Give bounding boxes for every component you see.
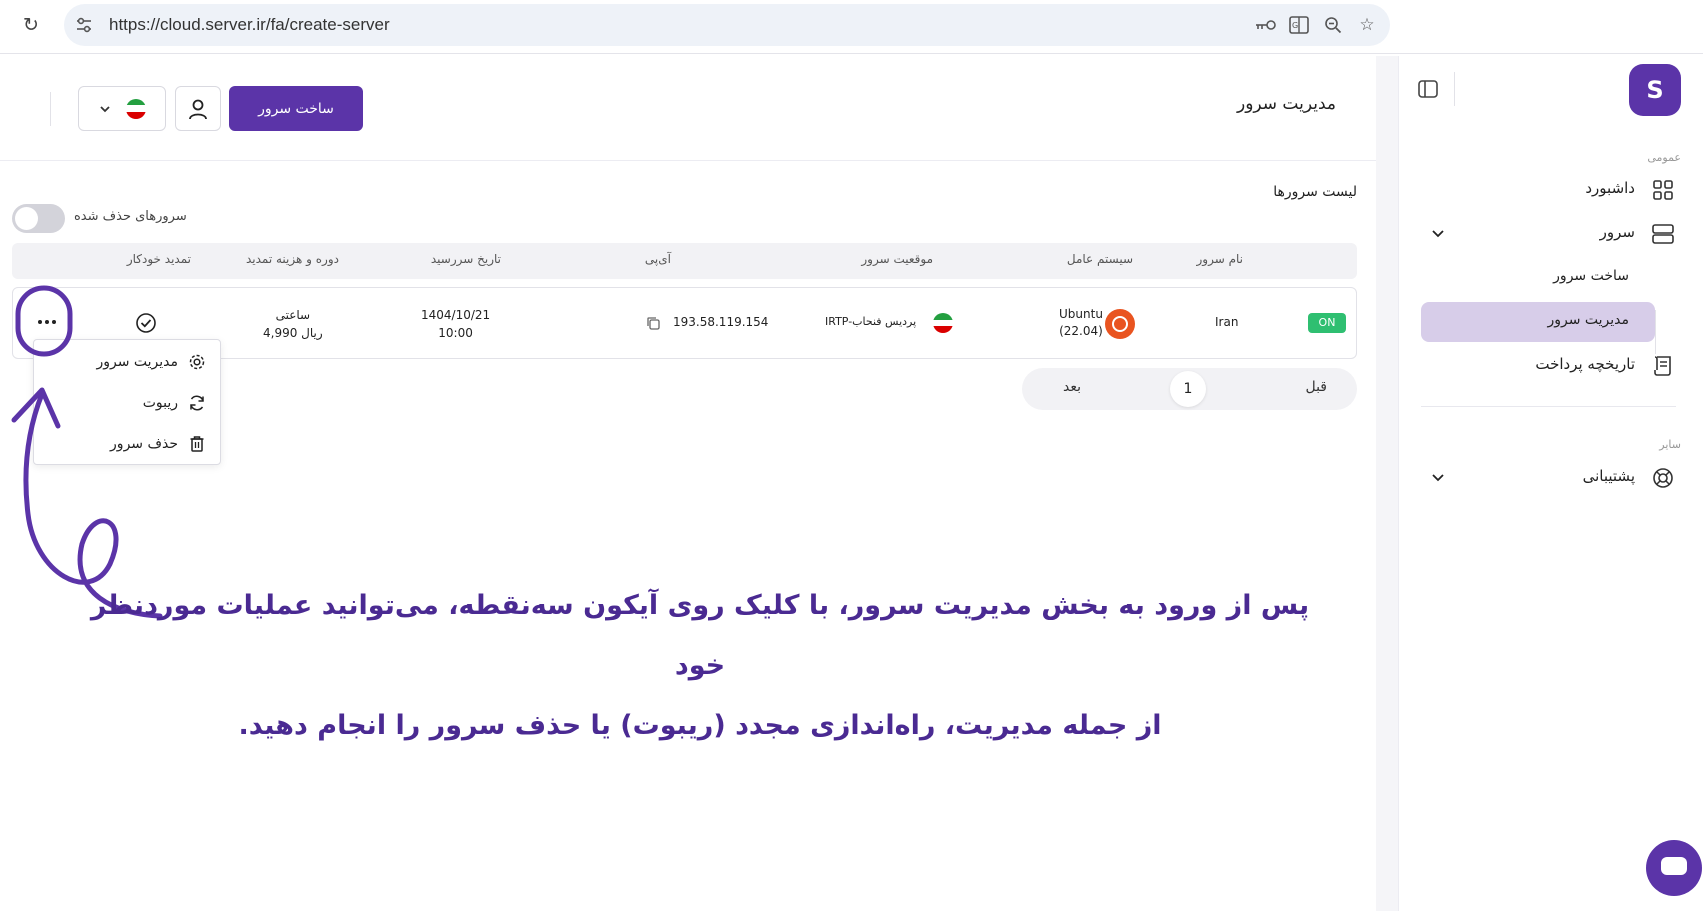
bookmark-star-icon[interactable]: ☆: [1356, 14, 1378, 36]
user-icon: [189, 99, 207, 119]
col-name: نام سرور: [1196, 252, 1243, 266]
chat-support-button[interactable]: [1646, 840, 1702, 896]
sidebar-item-label: سرور: [1599, 223, 1635, 241]
create-server-button[interactable]: ساخت سرور: [229, 86, 363, 131]
chevron-down-icon: [1432, 230, 1444, 238]
sidebar-item-label: تاریخچه پرداخت: [1535, 355, 1635, 373]
period-cell: ساعتی 4,990 ریال: [263, 306, 323, 342]
server-location: IRTP-پردیس فنحاب: [825, 315, 917, 328]
instruction-annotation: پس از ورود به بخش مدیریت سرور، با کلیک ر…: [80, 576, 1320, 756]
ubuntu-icon: [1105, 309, 1135, 339]
brand-logo[interactable]: S: [1629, 64, 1681, 116]
server-ip[interactable]: 193.58.119.154: [673, 315, 768, 329]
expiry-cell: 1404/10/21 10:00: [421, 306, 490, 342]
col-expiry: تاریخ سررسید: [430, 252, 501, 266]
sidebar-item-payment-history[interactable]: تاریخچه پرداخت: [1421, 346, 1683, 386]
translate-icon[interactable]: G: [1288, 14, 1310, 36]
sidebar-item-manage-server[interactable]: مدیریت سرور: [1421, 302, 1655, 342]
address-bar[interactable]: https://cloud.server.ir/fa/create-server…: [64, 4, 1390, 46]
copy-icon[interactable]: [646, 316, 660, 330]
refresh-icon: [190, 395, 204, 411]
user-menu-button[interactable]: [175, 86, 221, 131]
os-cell: Ubuntu (22.04): [1059, 306, 1103, 340]
sidebar-item-server[interactable]: سرور: [1421, 214, 1683, 254]
svg-text:G: G: [1292, 21, 1298, 30]
next-page-button[interactable]: بعد: [1063, 379, 1081, 395]
deleted-servers-label: سرورهای حذف شده: [74, 209, 187, 224]
header-divider: [50, 92, 51, 126]
expiry-time: 10:00: [438, 326, 473, 340]
lifebuoy-icon: [1653, 468, 1673, 488]
url-text[interactable]: https://cloud.server.ir/fa/create-server: [109, 15, 390, 35]
main-content: مدیریت سرور ساخت سرور لیست سرورها سرورها…: [0, 56, 1378, 911]
status-badge: ON: [1308, 313, 1346, 333]
location-flag-icon: [933, 313, 953, 333]
sidebar-item-create-server[interactable]: ساخت سرور: [1421, 258, 1655, 298]
annotation-line-1: پس از ورود به بخش مدیریت سرور، با کلیک ر…: [90, 590, 1310, 681]
zoom-out-icon[interactable]: [1322, 14, 1344, 36]
grid-icon: [1653, 180, 1673, 200]
sidebar-divider: [1421, 406, 1676, 407]
section-other: سایر: [1659, 438, 1681, 451]
pagination: قبل 1 بعد: [1022, 368, 1357, 410]
os-version: (22.04): [1059, 324, 1103, 338]
annotation-line-2: از جمله مدیریت، راه‌اندازی مجدد (ریبوت) …: [238, 710, 1162, 741]
reload-icon[interactable]: ↻: [20, 14, 42, 36]
current-page[interactable]: 1: [1170, 371, 1206, 407]
sidebar-item-label: مدیریت سرور: [1547, 312, 1629, 328]
col-ip: آی‌پی: [644, 252, 671, 266]
gear-icon: [189, 354, 205, 370]
sidebar-item-dashboard[interactable]: داشبورد: [1421, 170, 1683, 210]
password-key-icon[interactable]: [1254, 14, 1276, 36]
renew-price: 4,990 ریال: [263, 326, 323, 340]
sidebar-item-support[interactable]: پشتیبانی: [1421, 458, 1683, 498]
sidebar-item-label: پشتیبانی: [1582, 467, 1635, 485]
sidebar-header-divider: [1454, 72, 1455, 106]
iran-flag-icon: [126, 98, 146, 119]
site-settings-icon[interactable]: [74, 15, 94, 35]
language-selector[interactable]: [78, 86, 166, 131]
chevron-down-icon: [100, 105, 110, 112]
section-general: عمومی: [1647, 151, 1681, 164]
expiry-date: 1404/10/21: [421, 308, 491, 322]
renew-period: ساعتی: [275, 308, 311, 322]
server-icon: [1652, 224, 1674, 244]
server-list-title: لیست سرورها: [1273, 184, 1357, 200]
page-title: مدیریت سرور: [1236, 94, 1336, 114]
sidebar: S عمومی داشبورد سرور ساخت سرور مدیریت سر…: [1398, 56, 1703, 911]
toggle-knob: [15, 207, 38, 230]
page-header: مدیریت سرور ساخت سرور: [0, 56, 1376, 161]
deleted-servers-toggle[interactable]: [12, 204, 65, 233]
server-name: Iran: [1215, 315, 1239, 329]
scroll-gutter: [1376, 56, 1398, 911]
col-period: دوره و هزینه تمدید: [245, 252, 339, 266]
prev-page-button[interactable]: قبل: [1305, 379, 1327, 395]
col-os: سیستم عامل: [1066, 252, 1133, 266]
table-header: نام سرور سیستم عامل موقعیت سرور آی‌پی تا…: [12, 243, 1357, 279]
sidebar-item-label: ساخت سرور: [1553, 268, 1629, 284]
chevron-down-icon: [1432, 474, 1444, 482]
sidebar-item-label: داشبورد: [1585, 179, 1635, 197]
sidebar-collapse-icon[interactable]: [1417, 78, 1439, 100]
trash-icon: [190, 436, 204, 452]
os-name: Ubuntu: [1059, 307, 1103, 321]
browser-toolbar: ↻ https://cloud.server.ir/fa/create-serv…: [0, 0, 1703, 54]
col-auto-renew: تمدید خودکار: [126, 252, 191, 266]
receipt-icon: [1654, 356, 1671, 376]
col-location: موقعیت سرور: [861, 252, 933, 266]
